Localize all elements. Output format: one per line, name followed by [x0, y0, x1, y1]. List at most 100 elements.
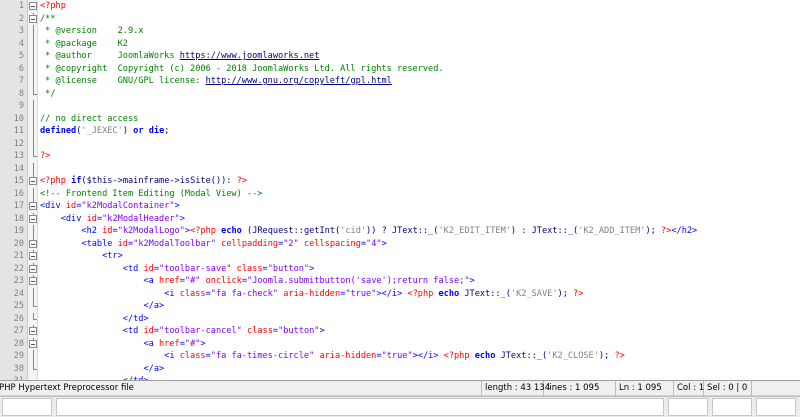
code-token: "toolbar-cancel"	[159, 326, 242, 336]
line-number: 5	[18, 51, 24, 61]
code-line[interactable]: </a>	[40, 363, 164, 376]
code-area[interactable]: <?php/** * @version 2.9.x * @package K2 …	[38, 0, 800, 380]
code-token: echo	[221, 226, 242, 236]
fold-marker	[29, 187, 37, 200]
code-line[interactable]: <h2 id="k2ModalLogo"><?php echo (JReques…	[40, 225, 697, 238]
taskbar-slot[interactable]	[756, 398, 796, 416]
fold-marker[interactable]	[29, 275, 37, 288]
code-token: // no direct access	[40, 113, 139, 124]
code-token: id	[143, 263, 154, 274]
fold-marker[interactable]	[29, 12, 37, 26]
code-line[interactable]: <a href="#">	[40, 338, 206, 351]
status-line-number: Ln : 1 095	[616, 381, 674, 396]
taskbar-slot[interactable]	[56, 398, 664, 416]
line-number: 21	[13, 251, 24, 261]
code-token: class	[236, 263, 263, 274]
code-token: ) : JText::_(	[510, 226, 579, 236]
code-line[interactable]: * @package K2	[40, 38, 128, 51]
code-token: * @license GNU/GPL license:	[40, 76, 206, 86]
fold-marker[interactable]	[29, 200, 37, 213]
code-token: 'K2_EDIT_ITEM'	[438, 226, 511, 236]
code-line[interactable]: <?php if($this->mainframe->isSite()): ?>	[40, 175, 247, 188]
code-token: 'K2_ADD_ITEM'	[578, 226, 646, 236]
fold-marker[interactable]	[29, 250, 37, 263]
code-line[interactable]: <div id="k2ModalHeader">	[40, 213, 185, 226]
fold-marker	[29, 225, 37, 238]
code-token: id	[86, 213, 97, 224]
code-token: "#"	[184, 338, 201, 349]
code-token: echo	[474, 351, 496, 361]
line-number: 12	[13, 138, 24, 149]
fold-marker[interactable]	[29, 325, 37, 338]
code-line[interactable]: <a href="#" onclick="Joomla.submitbutton…	[40, 275, 474, 288]
code-token: <?php	[40, 176, 66, 186]
taskbar-slot[interactable]	[712, 398, 752, 416]
code-token: (JRequest::getInt(	[241, 226, 341, 236]
code-token: "button"	[278, 326, 320, 336]
code-line[interactable]: </a>	[40, 300, 164, 313]
code-token: <h2	[40, 226, 103, 236]
code-line[interactable]: ?>	[40, 150, 50, 163]
code-line[interactable]: <i class="fa fa-check" aria-hidden="true…	[40, 288, 583, 301]
taskbar	[0, 396, 800, 417]
code-token: aria-hidden	[283, 288, 341, 299]
code-line[interactable]: <td id="toolbar-save" class="button">	[40, 263, 315, 276]
code-line[interactable]: * @version 2.9.x	[40, 25, 143, 38]
code-line[interactable]: */	[40, 88, 55, 101]
line-number: 25	[13, 301, 24, 311]
status-lines: lines : 1 095	[544, 381, 616, 396]
fold-marker	[29, 137, 37, 150]
taskbar-slot[interactable]	[2, 398, 52, 416]
fold-marker	[29, 100, 37, 113]
code-token: <!-- Frontend Item Editing (Modal View) …	[40, 188, 263, 199]
code-line[interactable]: <tr>	[40, 250, 123, 263]
code-token: </a>	[40, 363, 165, 374]
fold-marker[interactable]	[29, 175, 37, 188]
code-token: <tr>	[40, 251, 123, 261]
code-line[interactable]: * @copyright Copyright (c) 2006 - 2018 J…	[40, 63, 443, 76]
code-token: </h2>	[671, 226, 698, 236]
code-line[interactable]: defined('_JEXEC') or die;	[40, 125, 169, 138]
line-number: 2	[18, 13, 24, 24]
code-token: "k2ModalContainer"	[81, 201, 175, 211]
status-extra	[752, 381, 800, 396]
code-line[interactable]: * @license GNU/GPL license: http://www.g…	[40, 75, 392, 88]
code-line[interactable]: <td id="toolbar-cancel" class="button">	[40, 325, 325, 338]
code-line[interactable]: <?php	[40, 0, 66, 13]
code-token: "4"	[366, 238, 382, 249]
code-line[interactable]: * @author JoomlaWorks https://www.joomla…	[40, 50, 319, 63]
code-line[interactable]: // no direct access	[40, 113, 138, 126]
fold-marker[interactable]	[29, 0, 37, 13]
code-token: "k2ModalLogo"	[117, 226, 185, 236]
fold-marker[interactable]	[29, 212, 37, 226]
code-token: id	[65, 201, 77, 211]
code-editor[interactable]: 1 2 3 4 5 6 7 8 9 10 11 12 13 14 15 16 17 18 19 20 21 22 23 24 2…	[0, 0, 800, 380]
code-token: >	[200, 338, 206, 349]
fold-marker[interactable]	[29, 237, 37, 251]
code-token: >	[381, 238, 387, 249]
code-token: <i	[40, 351, 180, 361]
fold-marker	[29, 25, 37, 38]
code-token: <?php	[40, 1, 66, 11]
code-token: "true"	[381, 351, 413, 361]
code-token: class	[179, 351, 206, 361]
fold-marker	[29, 87, 37, 101]
code-token: <?php	[190, 226, 216, 236]
code-line[interactable]: <table id="k2ModalToolbar" cellpadding="…	[40, 238, 387, 251]
taskbar-slot[interactable]	[668, 398, 708, 416]
line-number: 10	[13, 113, 24, 124]
code-line[interactable]: </td>	[40, 313, 149, 326]
fold-marker[interactable]	[29, 262, 37, 276]
fold-marker	[29, 162, 37, 175]
code-token: >	[319, 326, 325, 336]
code-token: 'cid'	[340, 226, 367, 236]
code-line[interactable]: <i class="fa fa-times-circle" aria-hidde…	[40, 350, 625, 363]
code-line[interactable]: /**	[40, 13, 56, 26]
code-token: <?php	[407, 288, 434, 299]
code-line[interactable]: <div id="k2ModalContainer">	[40, 200, 180, 213]
fold-marker[interactable]	[29, 337, 37, 351]
code-token: <td	[40, 326, 144, 336]
code-token: <td	[40, 263, 144, 274]
code-token: "k2ModalToolbar"	[133, 238, 216, 249]
code-line[interactable]: <!-- Frontend Item Editing (Modal View) …	[40, 188, 262, 201]
